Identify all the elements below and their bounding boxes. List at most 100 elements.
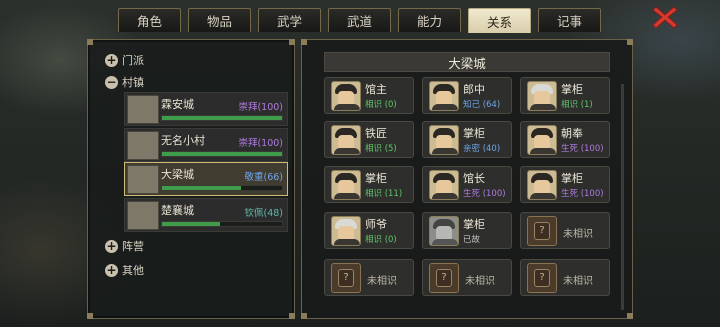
npc-relation-status: 生死 (100) (561, 144, 604, 154)
npc-portrait (429, 81, 459, 111)
npc-card-unknown[interactable]: ? 未相识 (520, 259, 610, 296)
npc-card[interactable]: 朝奉 生死 (100) (520, 121, 610, 158)
town-item[interactable]: 无名小村 崇拜(100) (124, 128, 288, 162)
category-towns[interactable]: − 村镇 (105, 74, 144, 90)
category-factions[interactable]: + 阵营 (105, 238, 144, 254)
close-icon[interactable] (650, 4, 680, 30)
npc-relation-status: 相识 (11) (365, 189, 403, 199)
category-other[interactable]: + 其他 (105, 262, 144, 278)
npc-relation-status: 已故 (463, 235, 481, 245)
npc-card-unknown[interactable]: ? 未相识 (422, 259, 512, 296)
npc-portrait (429, 125, 459, 155)
npc-relation-status: 知己 (64) (463, 100, 501, 110)
category-label: 村镇 (122, 76, 144, 89)
town-name: 楚襄城 (161, 204, 194, 217)
category-label: 阵营 (122, 240, 144, 253)
town-name: 大梁城 (161, 168, 194, 181)
town-status: 敬重(66) (244, 172, 283, 183)
npc-card[interactable]: 掌柜 生死 (100) (520, 166, 610, 203)
npc-name: 掌柜 (365, 172, 387, 185)
npc-name: 郎中 (463, 83, 485, 96)
tab-martial-arts[interactable]: 武学 (258, 8, 321, 32)
town-gate-icon (127, 201, 159, 230)
tab-abilities[interactable]: 能力 (398, 8, 461, 32)
npc-name: 掌柜 (463, 127, 485, 140)
category-label: 门派 (122, 54, 144, 67)
scrollbar[interactable] (621, 84, 624, 310)
town-item[interactable]: 霖安城 崇拜(100) (124, 92, 288, 126)
reputation-bar (161, 115, 283, 121)
frame-corner (289, 39, 295, 45)
tab-martial-way[interactable]: 武道 (328, 8, 391, 32)
unknown-portrait-icon: ? (527, 216, 557, 246)
npc-name: 馆主 (365, 83, 387, 96)
npc-name: 铁匠 (365, 127, 387, 140)
npc-relation-status: 相识 (1) (561, 100, 593, 110)
town-name: 霖安城 (161, 98, 194, 111)
town-gate-icon (127, 165, 159, 194)
npc-card-unknown[interactable]: ? 未相识 (520, 212, 610, 249)
npc-name: 朝奉 (561, 127, 583, 140)
npc-relation-status: 生死 (100) (463, 189, 506, 199)
town-status: 崇拜(100) (238, 102, 283, 113)
npc-relation-status: 亲密 (40) (463, 144, 501, 154)
npc-relation-panel: 大梁城 馆主 相识 (0) 郎中 知己 (64) 掌柜 相识 (1) 铁匠 相识… (301, 39, 633, 319)
tab-character[interactable]: 角色 (118, 8, 181, 32)
town-gate-icon (127, 95, 159, 124)
town-item[interactable]: 楚襄城 钦佩(48) (124, 198, 288, 232)
npc-portrait (527, 170, 557, 200)
npc-unknown-label: 未相识 (465, 276, 495, 287)
reputation-bar (161, 151, 283, 157)
npc-relation-status: 相识 (0) (365, 235, 397, 245)
npc-card[interactable]: 馆主 相识 (0) (324, 77, 414, 114)
npc-portrait (331, 125, 361, 155)
tab-bar: 角色 物品 武学 武道 能力 关系 记事 (118, 8, 601, 33)
npc-unknown-label: 未相识 (563, 276, 593, 287)
npc-portrait (331, 81, 361, 111)
unknown-portrait-icon: ? (331, 263, 361, 293)
npc-portrait (331, 216, 361, 246)
reputation-bar (161, 185, 283, 191)
npc-portrait (527, 81, 557, 111)
npc-portrait (429, 216, 459, 246)
tab-items[interactable]: 物品 (188, 8, 251, 32)
npc-name: 师爷 (365, 218, 387, 231)
npc-relation-status: 相识 (0) (365, 100, 397, 110)
category-label: 其他 (122, 264, 144, 277)
town-gate-icon (127, 131, 159, 160)
npc-card-deceased[interactable]: 掌柜 已故 (422, 212, 512, 249)
npc-name: 馆长 (463, 172, 485, 185)
npc-card[interactable]: 掌柜 亲密 (40) (422, 121, 512, 158)
town-status: 钦佩(48) (244, 208, 283, 219)
npc-card[interactable]: 馆长 生死 (100) (422, 166, 512, 203)
npc-portrait (429, 170, 459, 200)
frame-corner (289, 313, 295, 319)
expand-plus-icon: + (105, 262, 118, 277)
unknown-portrait-icon: ? (527, 263, 557, 293)
town-status: 崇拜(100) (238, 138, 283, 149)
npc-card[interactable]: 郎中 知己 (64) (422, 77, 512, 114)
tab-relations[interactable]: 关系 (468, 8, 531, 33)
npc-card[interactable]: 师爷 相识 (0) (324, 212, 414, 249)
panel-title: 大梁城 (324, 52, 610, 72)
category-sect[interactable]: + 门派 (105, 52, 144, 68)
reputation-bar (161, 221, 283, 227)
expand-plus-icon: + (105, 238, 118, 253)
town-item-selected[interactable]: 大梁城 敬重(66) (124, 162, 288, 196)
tab-journal[interactable]: 记事 (538, 8, 601, 32)
frame-corner (87, 39, 93, 45)
npc-unknown-label: 未相识 (563, 229, 593, 240)
npc-unknown-label: 未相识 (367, 276, 397, 287)
town-name: 无名小村 (161, 134, 205, 147)
npc-card[interactable]: 铁匠 相识 (5) (324, 121, 414, 158)
npc-card[interactable]: 掌柜 相识 (11) (324, 166, 414, 203)
unknown-portrait-icon: ? (429, 263, 459, 293)
npc-relation-status: 相识 (5) (365, 144, 397, 154)
npc-name: 掌柜 (463, 218, 485, 231)
frame-corner (627, 39, 633, 45)
npc-portrait (527, 125, 557, 155)
npc-card[interactable]: 掌柜 相识 (1) (520, 77, 610, 114)
npc-card-unknown[interactable]: ? 未相识 (324, 259, 414, 296)
npc-name: 掌柜 (561, 83, 583, 96)
npc-name: 掌柜 (561, 172, 583, 185)
